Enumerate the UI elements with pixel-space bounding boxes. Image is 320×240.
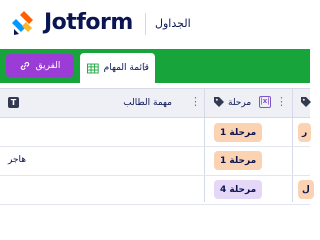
brand-name[interactable]: Jotform <box>44 9 133 37</box>
column-options-icon[interactable]: ⋮ <box>190 95 201 109</box>
header-divider <box>145 13 146 35</box>
table-row[interactable]: مرحلة 4 ل <box>0 176 314 205</box>
stage-badge[interactable]: مرحلة 4 <box>214 180 263 199</box>
stage-badge[interactable]: مرحلة 1 <box>214 123 263 142</box>
stage-badge[interactable]: ل <box>298 180 314 199</box>
grid-icon <box>87 63 99 73</box>
task-cell[interactable]: هاجر <box>8 155 26 165</box>
app-header: Jotform الجداول <box>0 0 310 49</box>
jotform-logo-icon[interactable] <box>12 10 36 36</box>
table-row[interactable]: هاجر مرحلة 1 <box>0 147 310 176</box>
link-icon <box>20 61 29 70</box>
table-row[interactable]: مرحلة 1 ر <box>0 118 312 147</box>
column-header-task[interactable]: مهمة الطالب <box>22 88 172 118</box>
column-options-icon[interactable]: ⋮ <box>276 95 287 109</box>
tag-icon <box>214 97 224 107</box>
calculated-field-icon: |x| <box>259 96 271 108</box>
tag-icon <box>301 97 311 107</box>
team-button[interactable]: الفريق <box>6 54 74 77</box>
column-header-stage[interactable]: مرحلة <box>228 88 256 118</box>
column-header-label: مرحلة <box>228 98 252 108</box>
stage-badge[interactable]: ر <box>298 123 312 142</box>
tab-task-list[interactable]: قائمة المهام ⋮ <box>80 53 155 83</box>
tab-options-icon[interactable]: ⋮ <box>139 62 149 74</box>
stage-badge[interactable]: مرحلة 1 <box>214 151 263 170</box>
team-button-label: الفريق <box>35 60 61 71</box>
text-type-icon: T <box>8 97 19 108</box>
section-title[interactable]: الجداول <box>155 16 191 32</box>
column-header-label: مهمة الطالب <box>123 98 172 108</box>
